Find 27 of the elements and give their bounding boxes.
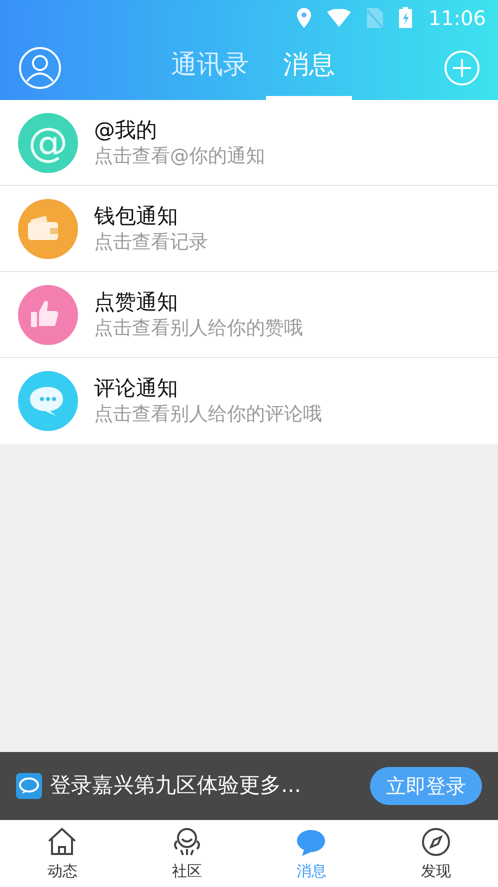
at-sign-icon: @ xyxy=(18,112,78,172)
notification-subtitle: 点击查看别人给你的评论哦 xyxy=(94,402,322,427)
notification-item[interactable]: 点赞通知 点击查看别人给你的赞哦 xyxy=(0,272,498,358)
notification-subtitle: 点击查看别人给你的赞哦 xyxy=(94,316,303,340)
nav-tab[interactable]: 发现 xyxy=(374,820,498,887)
notification-title: @我的 xyxy=(94,116,158,144)
notification-title: 点赞通知 xyxy=(94,288,179,316)
notification-subtitle: 点击查看记录 xyxy=(94,230,208,254)
notification-item[interactable]: 钱包通知 点击查看记录 xyxy=(0,186,498,272)
location-icon xyxy=(297,8,312,28)
clock-text: 11:06 xyxy=(428,4,486,32)
nav-tab[interactable]: 社区 xyxy=(124,820,249,887)
chat-app-icon xyxy=(16,773,42,799)
compass-icon xyxy=(420,826,452,858)
profile-icon[interactable] xyxy=(18,46,62,90)
notification-title: 钱包通知 xyxy=(94,202,179,230)
login-prompt-text: 登录嘉兴第九区体验更多... xyxy=(50,772,302,800)
notification-item[interactable]: 评论通知 点击查看别人给你的评论哦 xyxy=(0,358,498,444)
add-icon[interactable] xyxy=(444,50,480,86)
notification-subtitle: 点击查看@你的通知 xyxy=(94,144,265,168)
notification-item[interactable]: @ @我的 点击查看@你的通知 xyxy=(0,100,498,186)
nav-tab[interactable]: 动态 xyxy=(0,820,124,887)
no-sim-icon xyxy=(367,8,384,28)
wifi-icon xyxy=(327,8,352,26)
home-icon xyxy=(46,826,78,858)
battery-icon xyxy=(399,7,412,28)
notification-title: 评论通知 xyxy=(94,375,179,402)
